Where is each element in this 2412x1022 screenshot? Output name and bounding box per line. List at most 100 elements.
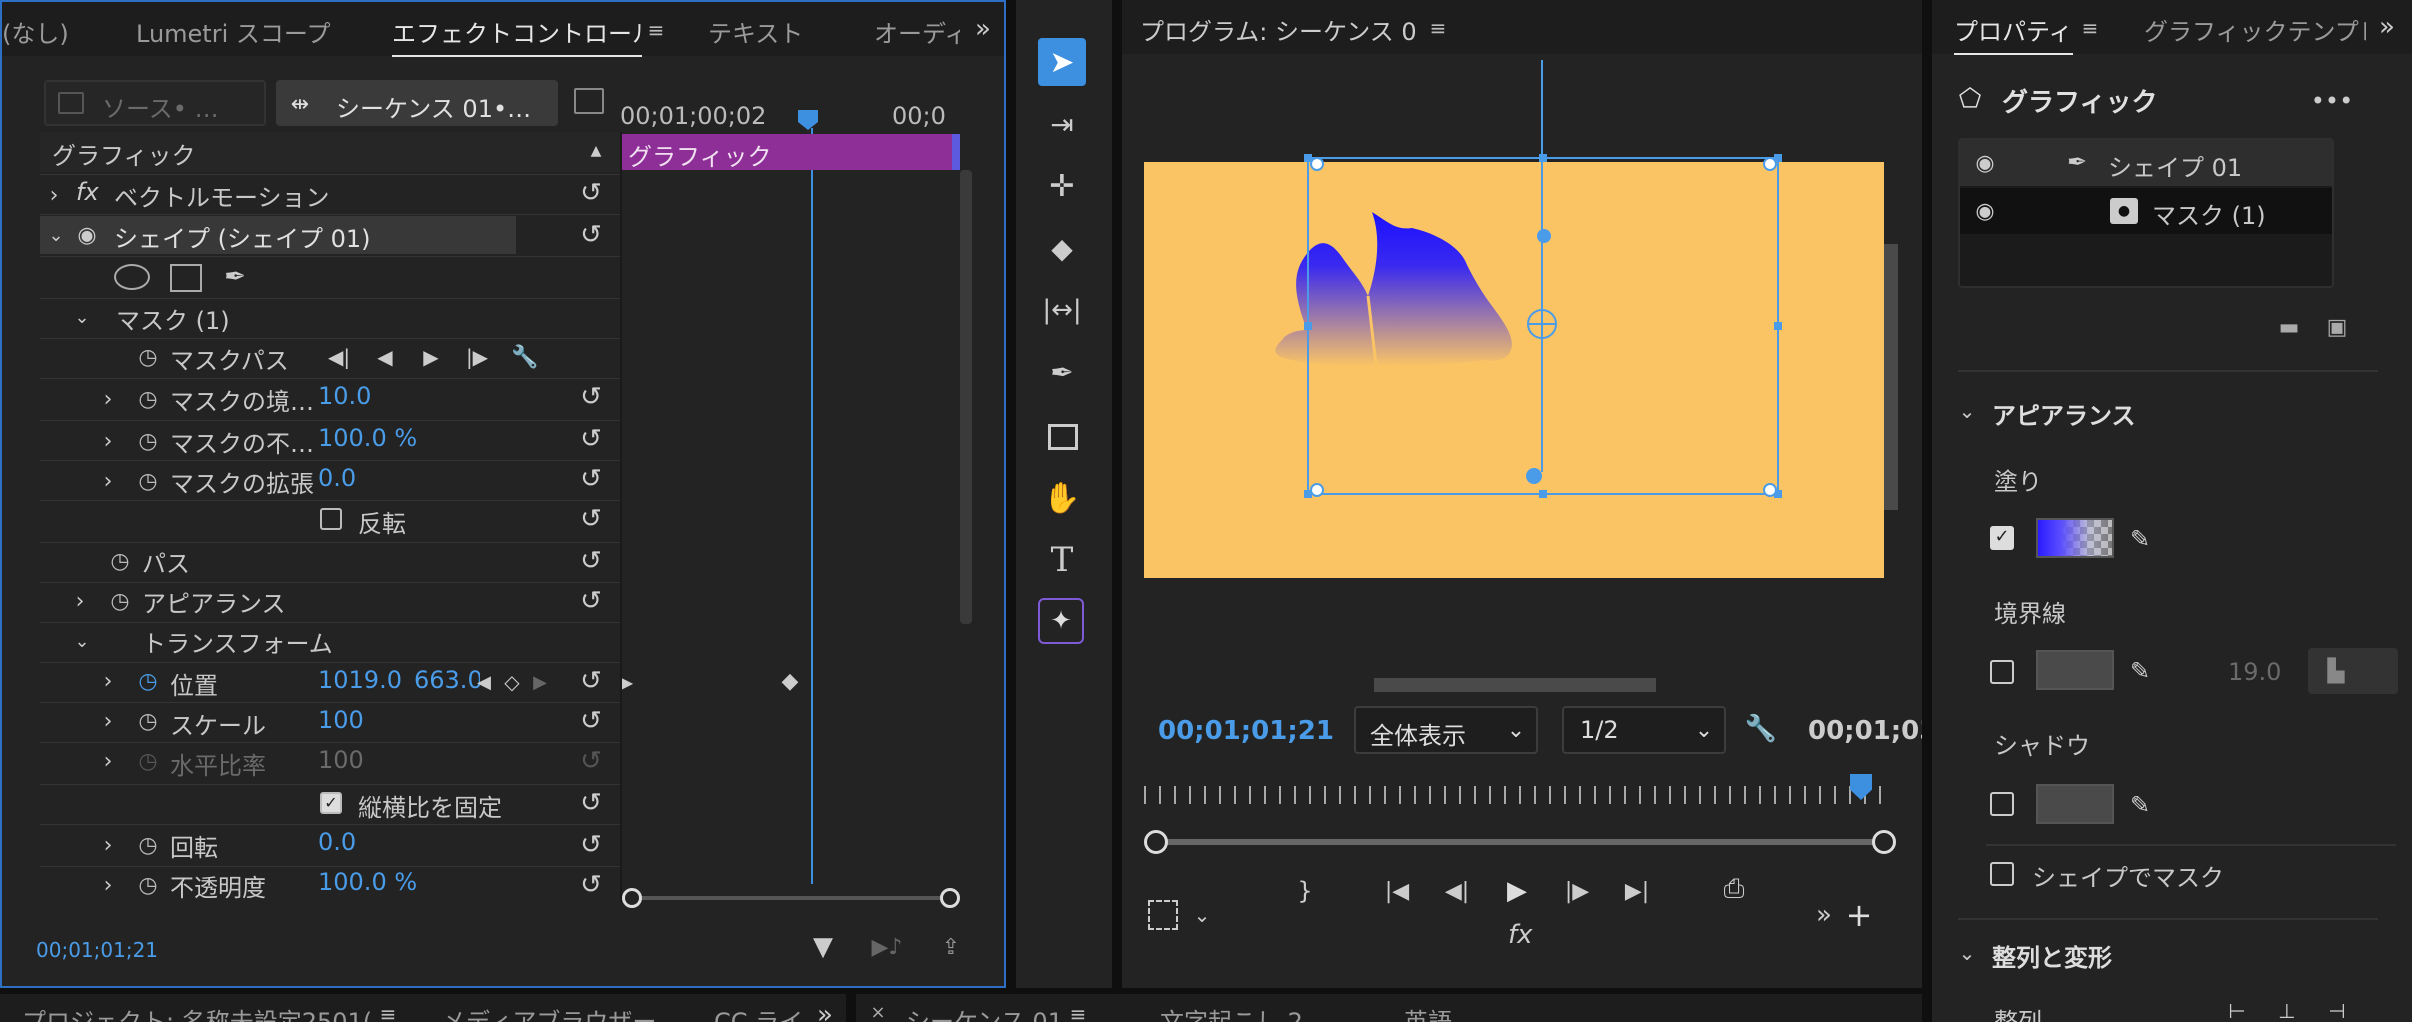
- overflow-icon[interactable]: »: [968, 14, 998, 44]
- reset-icon[interactable]: ↺: [574, 220, 608, 250]
- playhead-marker[interactable]: [798, 110, 818, 130]
- rectangle-tool-icon[interactable]: [1048, 424, 1078, 450]
- position-x-value[interactable]: 1019.0: [318, 666, 402, 694]
- chevron-down-icon[interactable]: ⌄: [1954, 396, 1980, 426]
- tab-none[interactable]: (なし): [2, 14, 69, 49]
- eyedropper-icon[interactable]: ✎: [2124, 522, 2156, 556]
- generative-tool-icon[interactable]: ✦: [1038, 598, 1084, 644]
- next-keyframe-icon[interactable]: ▶: [532, 670, 548, 694]
- step-back-icon[interactable]: ◀|: [1440, 874, 1474, 908]
- settings-wrench-icon[interactable]: 🔧: [1744, 712, 1778, 746]
- mask-opacity-value[interactable]: 100.0 %: [318, 424, 417, 452]
- reset-icon[interactable]: ↺: [574, 546, 608, 576]
- chevron-right-icon[interactable]: ›: [96, 464, 120, 498]
- uniform-scale-checkbox[interactable]: ✓: [320, 792, 342, 814]
- chevron-right-icon[interactable]: ›: [96, 868, 120, 902]
- keyframe-icon[interactable]: ◆: [778, 668, 802, 694]
- new-folder-icon[interactable]: ▬: [2274, 312, 2304, 342]
- chevron-right-icon[interactable]: ›: [96, 382, 120, 416]
- prev-keyframe-icon[interactable]: ◀: [476, 670, 492, 694]
- ellipse-mask-icon[interactable]: [114, 264, 150, 290]
- menu-icon[interactable]: ≡: [1428, 16, 1448, 40]
- step-forward-icon[interactable]: |▶: [1560, 874, 1594, 908]
- eyedropper-icon[interactable]: ✎: [2124, 788, 2156, 822]
- chevron-right-icon[interactable]: ›: [96, 664, 120, 698]
- slip-tool-icon[interactable]: |↔|: [1038, 286, 1086, 334]
- clip-bar[interactable]: グラフィック: [622, 134, 958, 171]
- collapse-up-icon[interactable]: ▲: [588, 143, 604, 159]
- tab-properties[interactable]: プロパティ: [1954, 12, 2073, 55]
- safe-margins-icon[interactable]: [1148, 900, 1178, 930]
- tab-project[interactable]: プロジェクト: 名称未設定2501(: [22, 1002, 372, 1022]
- mark-in-icon[interactable]: }: [1290, 874, 1320, 908]
- mask-with-shape-checkbox[interactable]: [1990, 862, 2014, 886]
- filter-icon[interactable]: ▼: [808, 932, 838, 962]
- reset-icon[interactable]: ↺: [574, 870, 608, 900]
- shape-overlay[interactable]: [1122, 60, 1922, 680]
- vertical-scrollbar[interactable]: [960, 170, 972, 624]
- pen-mask-icon[interactable]: ✒: [218, 260, 252, 294]
- reset-icon[interactable]: ↺: [574, 830, 608, 860]
- rect-mask-icon[interactable]: [170, 264, 202, 292]
- reset-icon[interactable]: ↺: [574, 788, 608, 818]
- fill-swatch[interactable]: [2036, 518, 2114, 558]
- tab-sequence[interactable]: シーケンス 01: [906, 1002, 1063, 1022]
- go-to-out-icon[interactable]: ▶|: [1620, 874, 1654, 908]
- menu-icon[interactable]: ≡: [646, 18, 666, 42]
- reset-icon[interactable]: ↺: [574, 178, 608, 208]
- stopwatch-icon[interactable]: ◷: [134, 342, 162, 372]
- align-center-icon[interactable]: ⊥: [2272, 999, 2302, 1022]
- chevron-right-icon[interactable]: ›: [96, 744, 120, 778]
- stopwatch-icon[interactable]: ◷: [134, 830, 162, 860]
- current-time[interactable]: 00;01;01;21: [36, 938, 158, 962]
- mask-feather-value[interactable]: 10.0: [318, 382, 371, 410]
- tab-english[interactable]: 英語: [1404, 1002, 1452, 1022]
- new-layer-icon[interactable]: ▣: [2322, 312, 2352, 342]
- chevron-down-icon[interactable]: ⌄: [1954, 938, 1980, 968]
- opacity-value[interactable]: 100.0 %: [318, 868, 417, 896]
- time-ruler[interactable]: [1144, 786, 1894, 804]
- track-forward-icon[interactable]: |▶: [462, 342, 492, 372]
- stroke-checkbox[interactable]: [1990, 660, 2014, 684]
- stopwatch-icon[interactable]: ◷: [134, 466, 162, 496]
- align-left-icon[interactable]: ⊢: [2222, 999, 2252, 1022]
- export-icon[interactable]: ⇪: [936, 932, 966, 962]
- shadow-checkbox[interactable]: [1990, 792, 2014, 816]
- reset-icon[interactable]: ↺: [574, 382, 608, 412]
- source-selector[interactable]: ソース• …: [44, 80, 266, 126]
- stopwatch-icon[interactable]: ◷: [106, 546, 134, 576]
- export-frame-icon[interactable]: ⎙: [1714, 872, 1754, 906]
- eye-icon[interactable]: ◉: [1970, 196, 2000, 226]
- program-timecode[interactable]: 00;01;01;21: [1158, 716, 1334, 746]
- menu-icon[interactable]: ≡: [2080, 16, 2100, 40]
- track-forward-frame-icon[interactable]: ▶: [416, 342, 446, 372]
- wrench-icon[interactable]: 🔧: [510, 342, 540, 372]
- reset-icon[interactable]: ↺: [574, 504, 608, 534]
- timeline-zoom-bar[interactable]: [622, 888, 960, 908]
- go-to-in-icon[interactable]: |◀: [1380, 874, 1414, 908]
- stopwatch-icon[interactable]: ◷: [134, 870, 162, 900]
- tab-lumetri[interactable]: Lumetri スコープ: [136, 14, 330, 49]
- menu-icon[interactable]: ≡: [378, 1002, 398, 1022]
- sequence-selector[interactable]: ⇹ シーケンス 01•…: [276, 80, 558, 126]
- track-select-tool-icon[interactable]: ⇥: [1038, 100, 1086, 148]
- chevron-right-icon[interactable]: ›: [96, 424, 120, 458]
- reset-icon[interactable]: ↺: [574, 706, 608, 736]
- zoom-select[interactable]: 全体表示 ⌄: [1354, 706, 1538, 754]
- shadow-swatch[interactable]: [2036, 784, 2114, 824]
- add-button-icon[interactable]: +: [1844, 896, 1874, 934]
- add-keyframe-icon[interactable]: ◇: [500, 670, 524, 694]
- position-y-value[interactable]: 663.0: [414, 666, 480, 694]
- chevron-down-icon[interactable]: ⌄: [44, 220, 68, 250]
- chevron-right-icon[interactable]: ›: [68, 584, 92, 618]
- tab-text[interactable]: テキスト: [708, 14, 803, 49]
- stopwatch-icon[interactable]: ◷: [134, 706, 162, 736]
- stopwatch-active-icon[interactable]: ◷: [134, 666, 162, 696]
- tab-effect-controls[interactable]: エフェクトコントロール: [392, 14, 642, 57]
- tab-audio[interactable]: オーディ: [874, 14, 960, 49]
- ripple-edit-tool-icon[interactable]: ✛: [1038, 162, 1086, 210]
- stroke-swatch[interactable]: [2036, 650, 2114, 690]
- scale-value[interactable]: 100: [318, 706, 364, 734]
- chevron-right-icon[interactable]: ›: [96, 828, 120, 862]
- track-back-frame-icon[interactable]: ◀: [370, 342, 400, 372]
